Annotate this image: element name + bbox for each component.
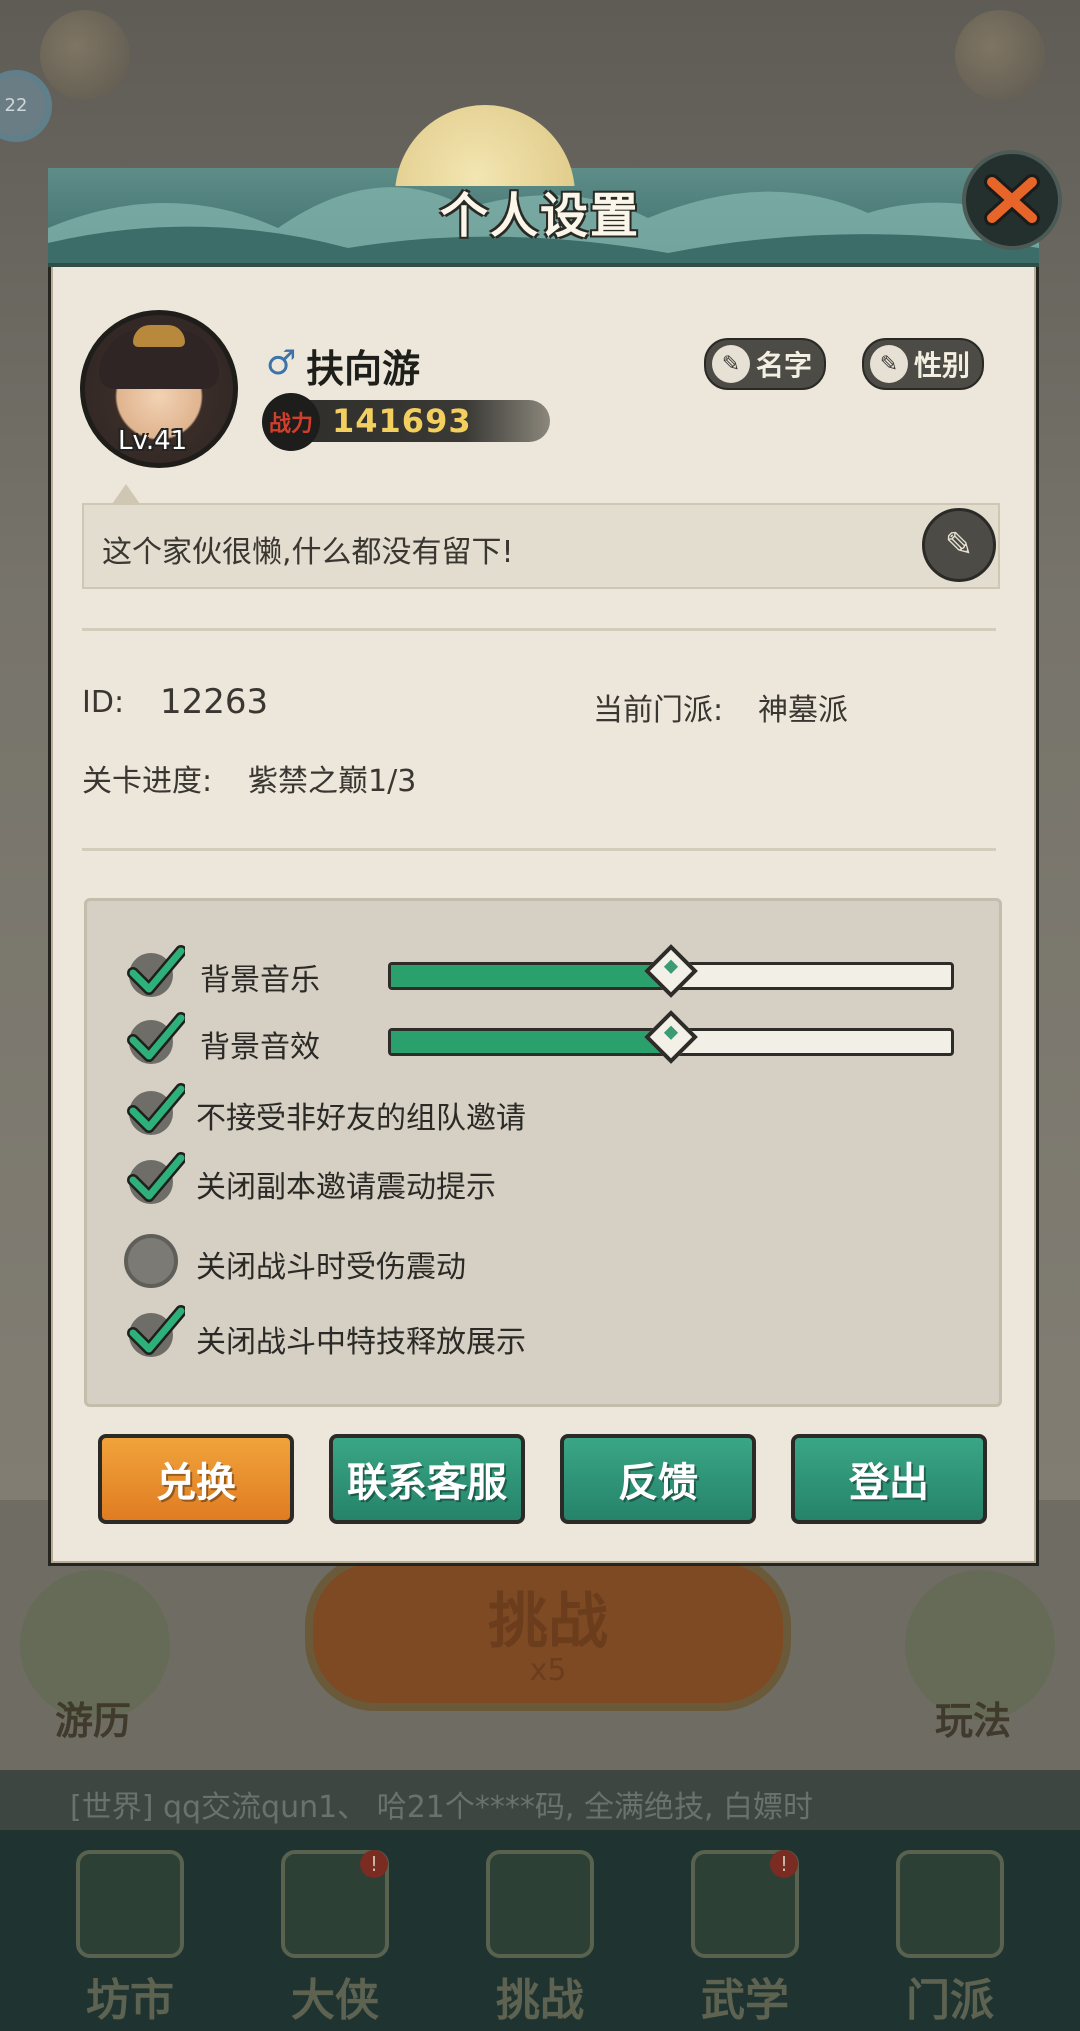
setting-label: 关闭副本邀请震动提示: [196, 1170, 496, 1205]
logout-button[interactable]: 登出: [791, 1434, 987, 1524]
checkmark-icon: [127, 945, 185, 997]
checkmark-icon: [127, 1012, 185, 1064]
background-challenge-cost: x5: [529, 1653, 567, 1688]
signature-bubble-tail: [112, 484, 140, 504]
background-play-label: 玩法: [935, 1699, 1012, 1743]
background-challenge-label: 挑战: [488, 1587, 608, 1657]
nav-item-challenge: 挑战: [465, 1840, 615, 2026]
feedback-button[interactable]: 反馈: [560, 1434, 756, 1524]
setting-label: 关闭战斗中特技释放展示: [196, 1325, 526, 1360]
slider-fill: [391, 965, 671, 987]
heroes-alert-badge: !: [360, 1850, 388, 1878]
background-chat-text: [世界] qq交流qun1、 哈21个****码, 全满绝技, 白嫖时: [70, 1790, 814, 1825]
checkmark-icon: [127, 1083, 185, 1135]
sect-value: 神墓派: [758, 693, 848, 728]
sfx-checkbox[interactable]: [125, 1012, 185, 1064]
nav-item-market: 坊市: [55, 1840, 205, 2026]
nav-item-martial: 武学 !: [670, 1840, 820, 2026]
brush-icon: ✎: [944, 525, 974, 565]
challenge-icon: [486, 1850, 594, 1958]
contact-support-button[interactable]: 联系客服: [329, 1434, 525, 1524]
background-chat-bar: [世界] qq交流qun1、 哈21个****码, 全满绝技, 白嫖时: [0, 1770, 1080, 1830]
market-icon: [76, 1850, 184, 1958]
id-label: ID:: [82, 685, 125, 720]
player-name: 扶向游: [306, 347, 421, 391]
male-gender-icon: ♂: [266, 343, 297, 383]
sfx-volume-slider[interactable]: [388, 1010, 954, 1064]
nav-item-sect: 门派: [875, 1840, 1025, 2026]
edit-signature-button[interactable]: ✎: [922, 508, 996, 582]
reject-team-invite-checkbox[interactable]: [125, 1083, 185, 1135]
brush-icon: ✎: [870, 345, 908, 383]
divider: [82, 628, 996, 631]
stage-label: 关卡进度:: [82, 764, 213, 799]
signature-text: 这个家伙很懒,什么都没有留下!: [102, 535, 514, 570]
stage-value: 紫禁之巅1/3: [248, 764, 417, 799]
close-x-icon: [984, 174, 1040, 226]
dungeon-invite-vibration-checkbox[interactable]: [125, 1152, 185, 1204]
background-travel-label: 游历: [55, 1699, 132, 1743]
rename-button[interactable]: ✎ 名字: [704, 338, 827, 390]
divider: [82, 848, 996, 851]
setting-label: 背景音效: [200, 1030, 320, 1065]
background-reward-icon: [955, 10, 1045, 100]
background-challenge-button: 挑战 x5: [305, 1555, 791, 1711]
background-event-icon: [40, 10, 130, 100]
bgm-volume-slider[interactable]: [388, 944, 954, 998]
setting-label: 背景音乐: [200, 963, 320, 998]
setting-label: 不接受非好友的组队邀请: [196, 1101, 526, 1136]
power-badge-icon: 战力: [262, 393, 320, 451]
martial-alert-badge: !: [770, 1850, 798, 1878]
brush-icon: ✎: [712, 345, 750, 383]
dialog-title: 个人设置: [439, 188, 640, 244]
sect-label: 当前门派:: [593, 693, 724, 728]
nav-item-heroes: 大侠 !: [260, 1840, 410, 2026]
checkmark-icon: [127, 1305, 185, 1357]
special-skill-display-checkbox[interactable]: [125, 1305, 185, 1357]
slider-fill: [391, 1031, 671, 1053]
checkmark-icon: [127, 1152, 185, 1204]
sect-gate-icon: [896, 1850, 1004, 1958]
battle-damage-vibration-checkbox[interactable]: [124, 1234, 178, 1288]
redeem-button[interactable]: 兑换: [98, 1434, 294, 1524]
power-value: 141693: [332, 402, 472, 440]
close-button[interactable]: [962, 150, 1062, 250]
player-level: Lv.41: [118, 426, 188, 456]
id-value: 12263: [160, 682, 269, 722]
setting-label: 关闭战斗时受伤震动: [196, 1250, 466, 1285]
change-gender-button[interactable]: ✎ 性别: [862, 338, 985, 390]
bgm-checkbox[interactable]: [125, 945, 185, 997]
